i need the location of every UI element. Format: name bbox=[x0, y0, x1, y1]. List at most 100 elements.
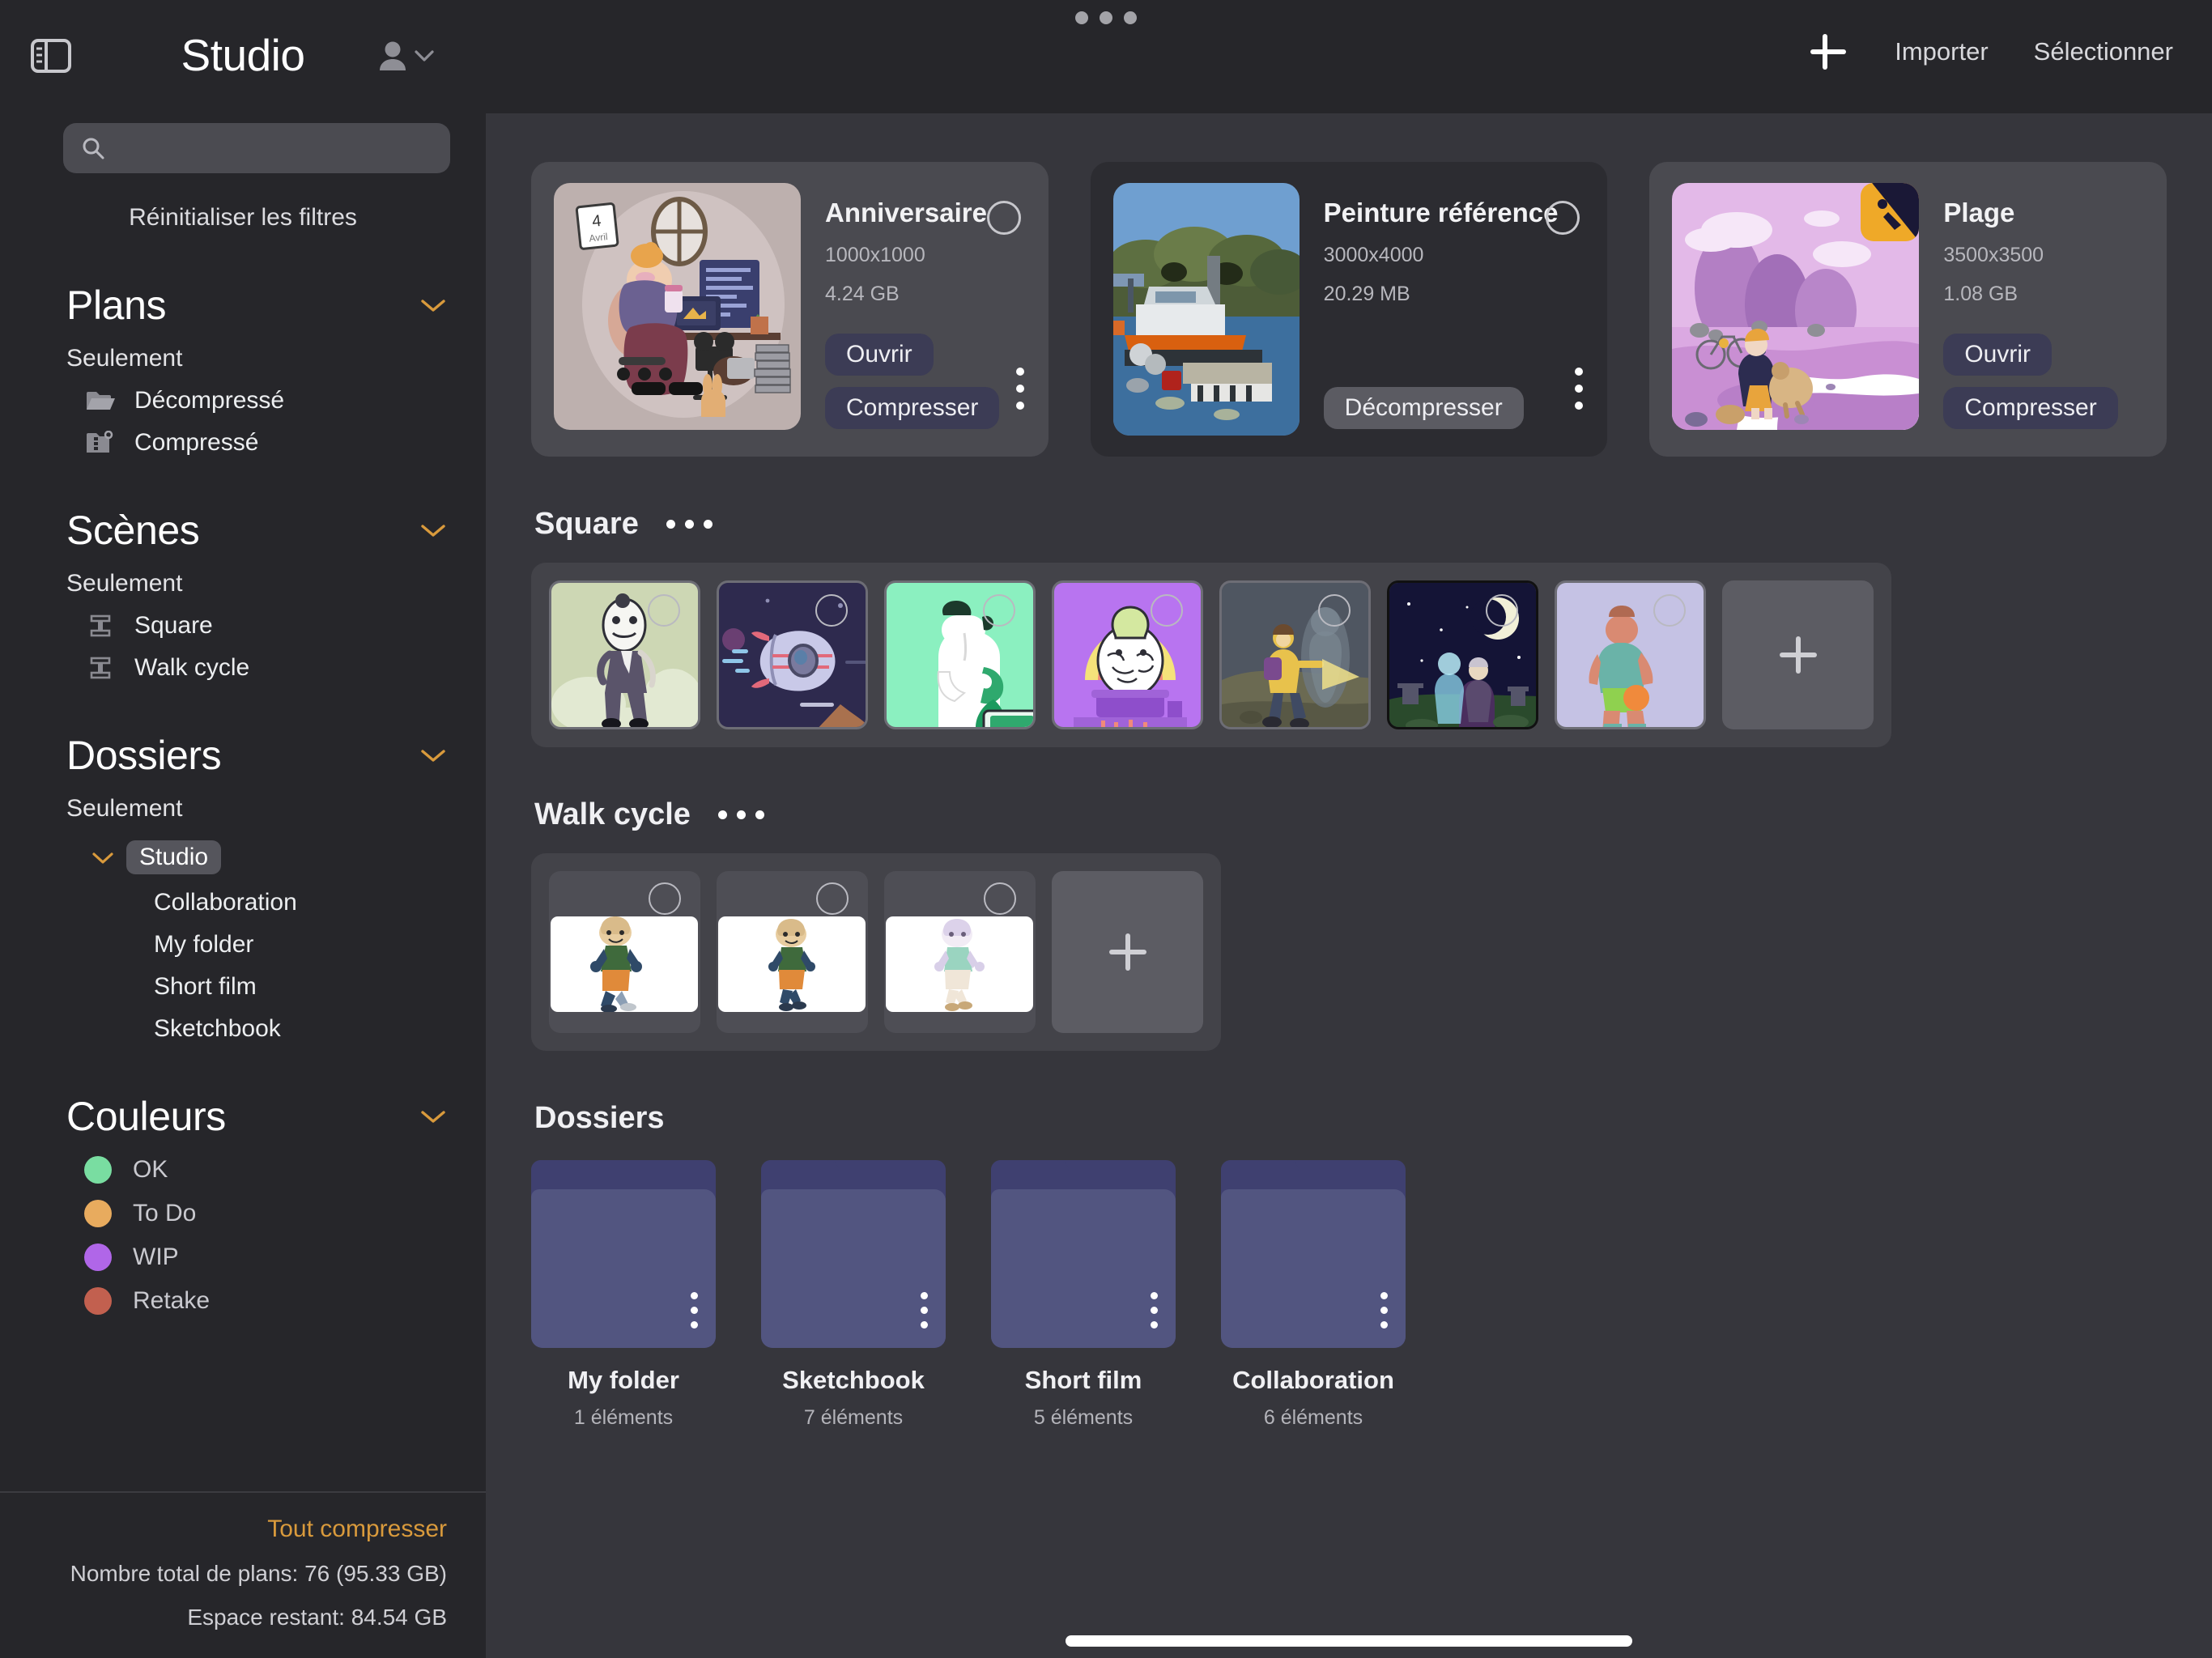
selection-radio[interactable] bbox=[986, 201, 1021, 235]
square-shot-7[interactable] bbox=[1555, 580, 1706, 729]
app-body: Réinitialiser les filtres Plans Seulemen… bbox=[0, 113, 2212, 1658]
more-options-icon[interactable] bbox=[1151, 1292, 1158, 1329]
compress-button[interactable]: Compresser bbox=[1943, 387, 2118, 429]
square-shot-4[interactable] bbox=[1052, 580, 1203, 729]
group-header[interactable]: Couleurs bbox=[66, 1093, 447, 1140]
more-options-icon[interactable] bbox=[666, 520, 713, 529]
chevron-down-icon[interactable] bbox=[419, 747, 447, 763]
folder-card-collaboration[interactable]: Collaboration 6 éléments bbox=[1221, 1160, 1406, 1430]
add-shot-button[interactable] bbox=[1722, 580, 1874, 729]
color-filter-to-do[interactable]: To Do bbox=[66, 1200, 447, 1227]
chevron-down-icon[interactable] bbox=[91, 850, 115, 865]
tree-item-label: Studio bbox=[126, 840, 222, 874]
filter-item-square[interactable]: Square bbox=[66, 612, 447, 640]
asset-card-peinture-reference[interactable]: Peinture référence 3000x4000 20.29 MB Dé… bbox=[1090, 162, 1608, 457]
group-header[interactable]: Dossiers bbox=[66, 732, 447, 779]
filter-item-compresse[interactable]: Compressé bbox=[66, 429, 447, 457]
group-title: Couleurs bbox=[66, 1094, 226, 1139]
selection-radio[interactable] bbox=[1318, 594, 1351, 627]
window-drag-handle[interactable] bbox=[1075, 11, 1137, 24]
selection-radio[interactable] bbox=[1151, 594, 1183, 627]
card-dimensions: 3500x3500 bbox=[1943, 244, 2044, 266]
open-button[interactable]: Ouvrir bbox=[825, 334, 934, 376]
selection-radio[interactable] bbox=[1486, 594, 1518, 627]
drag-dot bbox=[1124, 11, 1137, 24]
add-button[interactable] bbox=[1807, 31, 1849, 73]
account-menu[interactable] bbox=[376, 39, 435, 73]
film-strip-icon bbox=[84, 612, 117, 640]
more-options-icon[interactable] bbox=[1380, 1292, 1388, 1329]
card-info: Anniversaire 1000x1000 4.24 GB Ouvrir Co… bbox=[801, 183, 1049, 436]
group-header[interactable]: Scènes bbox=[66, 507, 447, 554]
photo-boat-harbour bbox=[1112, 183, 1300, 436]
selection-radio[interactable] bbox=[984, 882, 1016, 915]
chevron-down-icon[interactable] bbox=[419, 1108, 447, 1124]
selection-radio[interactable] bbox=[1546, 201, 1580, 235]
add-shot-button[interactable] bbox=[1052, 871, 1203, 1033]
more-options-icon[interactable] bbox=[921, 1292, 928, 1329]
section-title: Square bbox=[534, 507, 639, 541]
filter-item-label: Walk cycle bbox=[134, 654, 250, 681]
folder-card-short-film[interactable]: Short film 5 éléments bbox=[991, 1160, 1176, 1430]
selection-radio[interactable] bbox=[1653, 594, 1686, 627]
group-header[interactable]: Plans bbox=[66, 282, 447, 329]
more-options-icon[interactable] bbox=[717, 810, 764, 819]
search-icon bbox=[81, 136, 105, 160]
more-options-icon[interactable] bbox=[1575, 368, 1584, 410]
tree-item-short-film[interactable]: Short film bbox=[66, 973, 447, 1001]
walk-shot-3[interactable] bbox=[884, 871, 1036, 1033]
selection-radio[interactable] bbox=[649, 882, 681, 915]
select-button[interactable]: Sélectionner bbox=[2034, 37, 2173, 66]
square-shot-2[interactable] bbox=[717, 580, 868, 729]
import-button[interactable]: Importer bbox=[1895, 37, 1988, 66]
selection-radio[interactable] bbox=[648, 594, 680, 627]
selection-radio[interactable] bbox=[815, 594, 848, 627]
square-shot-1[interactable] bbox=[549, 580, 700, 729]
selection-radio[interactable] bbox=[816, 882, 849, 915]
asset-card-plage[interactable]: Plage 3500x3500 1.08 GB Ouvrir Compresse… bbox=[1649, 162, 2167, 457]
square-shot-6[interactable] bbox=[1387, 580, 1538, 729]
chevron-down-icon[interactable] bbox=[419, 522, 447, 538]
illustration-beach bbox=[1672, 183, 1920, 430]
walk-shot-1[interactable] bbox=[549, 871, 700, 1033]
tree-item-my-folder[interactable]: My folder bbox=[66, 931, 447, 959]
open-button[interactable]: Ouvrir bbox=[1943, 334, 2052, 376]
filter-item-decompresse[interactable]: Décompressé bbox=[66, 387, 447, 414]
card-size: 20.29 MB bbox=[1323, 283, 1410, 305]
square-shot-3[interactable] bbox=[884, 580, 1036, 729]
filter-item-walk-cycle[interactable]: Walk cycle bbox=[66, 654, 447, 682]
tree-item-studio[interactable]: Studio bbox=[66, 840, 447, 874]
color-filter-ok[interactable]: OK bbox=[66, 1156, 447, 1184]
section-header: Square bbox=[531, 507, 2167, 542]
folder-name: Sketchbook bbox=[782, 1366, 925, 1394]
search-input[interactable] bbox=[118, 134, 432, 162]
color-filter-wip[interactable]: WIP bbox=[66, 1244, 447, 1271]
compress-all-button[interactable]: Tout compresser bbox=[39, 1516, 447, 1543]
folder-count: 5 éléments bbox=[1033, 1406, 1134, 1429]
asset-card-anniversaire[interactable]: 4 Avril Anniversaire 1000x1000 4.24 GB O… bbox=[531, 162, 1049, 457]
folder-card-my-folder[interactable]: My folder 1 éléments bbox=[531, 1160, 716, 1430]
chevron-down-icon[interactable] bbox=[419, 297, 447, 313]
search-field[interactable] bbox=[63, 123, 450, 173]
tree-item-sketchbook[interactable]: Sketchbook bbox=[66, 1015, 447, 1043]
total-shots-label: Nombre total de plans: 76 (95.33 GB) bbox=[70, 1561, 447, 1586]
reset-filters-button[interactable]: Réinitialiser les filtres bbox=[0, 204, 486, 232]
filter-item-label: Décompressé bbox=[134, 387, 285, 414]
tree-item-collaboration[interactable]: Collaboration bbox=[66, 889, 447, 916]
remaining-space-label: Espace restant: 84.54 GB bbox=[187, 1605, 447, 1630]
home-indicator[interactable] bbox=[1066, 1635, 1632, 1647]
selection-radio[interactable] bbox=[983, 594, 1015, 627]
card-size: 4.24 GB bbox=[825, 283, 900, 305]
card-size: 1.08 GB bbox=[1943, 283, 2018, 305]
color-filter-retake[interactable]: Retake bbox=[66, 1287, 447, 1315]
more-options-icon[interactable] bbox=[691, 1292, 698, 1329]
color-label: Retake bbox=[133, 1287, 211, 1314]
square-shot-5[interactable] bbox=[1219, 580, 1371, 729]
more-options-icon[interactable] bbox=[1015, 368, 1024, 410]
compress-button[interactable]: Compresser bbox=[825, 387, 1000, 429]
folder-card-sketchbook[interactable]: Sketchbook 7 éléments bbox=[761, 1160, 946, 1430]
folder-icon bbox=[761, 1160, 946, 1348]
walk-shot-2[interactable] bbox=[717, 871, 868, 1033]
app-window: Studio Importer Sélectionner Réinitialis… bbox=[0, 0, 2212, 1658]
decompress-button[interactable]: Décompresser bbox=[1323, 387, 1524, 429]
